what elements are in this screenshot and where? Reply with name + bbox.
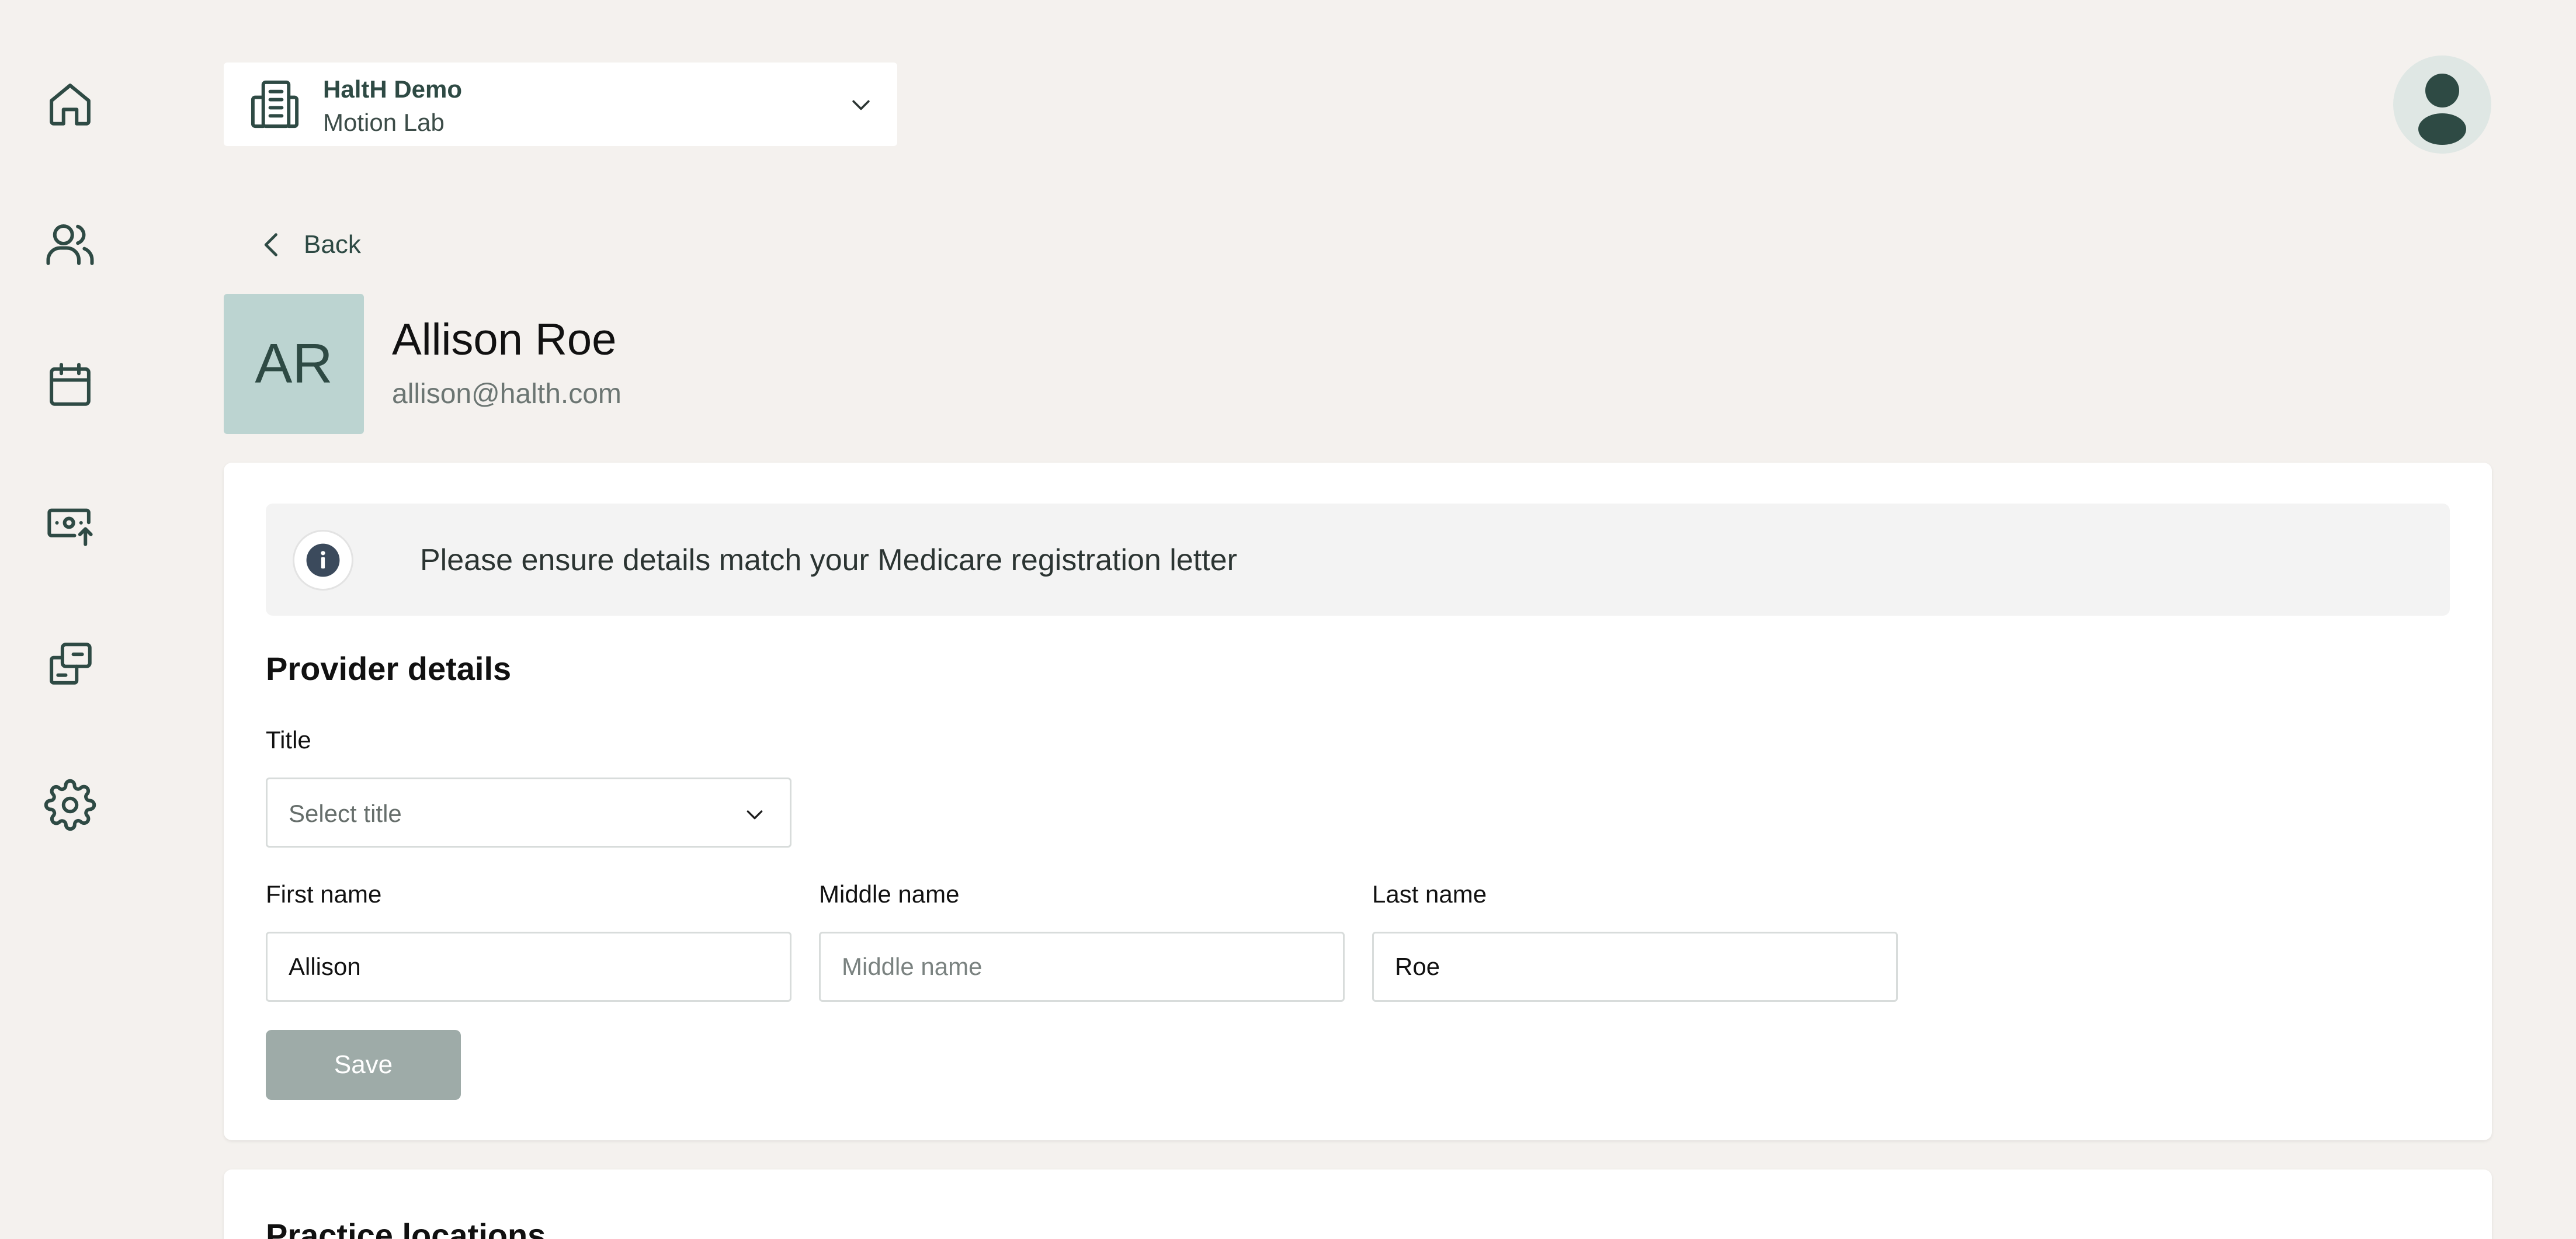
middle-name-input[interactable] — [819, 932, 1345, 1002]
profile-name: Allison Roe — [392, 315, 617, 365]
section-title-practice-locations: Practice locations — [266, 1217, 546, 1239]
home-icon — [50, 84, 91, 126]
user-icon — [2418, 74, 2466, 145]
org-text: HaltH Demo Motion Lab — [323, 73, 462, 140]
practice-locations-card: Practice locations — [224, 1169, 2492, 1239]
sidebar — [0, 0, 140, 1239]
back-label: Back — [304, 230, 361, 259]
provider-details-card: Please ensure details match your Medicar… — [224, 463, 2492, 1140]
screens-icon — [50, 643, 92, 685]
last-name-label: Last name — [1372, 880, 1487, 908]
calendar-icon — [50, 363, 91, 406]
sidebar-item-payments[interactable] — [35, 490, 105, 560]
section-title-provider-details: Provider details — [266, 650, 512, 687]
first-name-input[interactable] — [266, 932, 791, 1002]
money-upload-icon — [47, 508, 93, 546]
title-select[interactable]: Select title — [266, 778, 791, 848]
info-icon-wrap — [293, 530, 353, 591]
app-root: HaltH Demo Motion Lab Back AR Allison Ro… — [0, 0, 2576, 1239]
info-banner-text: Please ensure details match your Medicar… — [420, 543, 1237, 577]
last-name-input[interactable] — [1372, 932, 1898, 1002]
sidebar-item-home[interactable] — [35, 69, 105, 139]
org-name: HaltH Demo — [323, 75, 463, 103]
title-select-value: Select title — [289, 800, 402, 827]
org-switcher[interactable]: HaltH Demo Motion Lab — [224, 63, 897, 146]
first-name-label: First name — [266, 880, 382, 908]
sidebar-item-telehealth[interactable] — [35, 629, 105, 699]
middle-name-label: Middle name — [819, 880, 960, 908]
gear-icon — [44, 779, 96, 831]
info-banner: Please ensure details match your Medicar… — [266, 504, 2450, 616]
chevron-down-icon — [747, 810, 763, 820]
org-location: Motion Lab — [323, 109, 445, 136]
back-link[interactable]: Back — [257, 224, 361, 265]
sidebar-item-clients[interactable] — [35, 209, 105, 279]
save-button[interactable]: Save — [266, 1030, 461, 1100]
sidebar-item-calendar[interactable] — [35, 349, 105, 419]
chevron-down-icon — [852, 100, 870, 110]
title-label: Title — [266, 726, 311, 754]
user-avatar[interactable] — [2393, 55, 2491, 154]
profile-avatar: AR — [224, 294, 364, 434]
building-icon — [251, 80, 299, 129]
chevron-left-icon — [264, 233, 277, 256]
users-icon — [46, 224, 94, 265]
sidebar-item-settings[interactable] — [35, 770, 105, 840]
info-icon — [306, 543, 340, 577]
profile-email: allison@halth.com — [392, 379, 622, 409]
